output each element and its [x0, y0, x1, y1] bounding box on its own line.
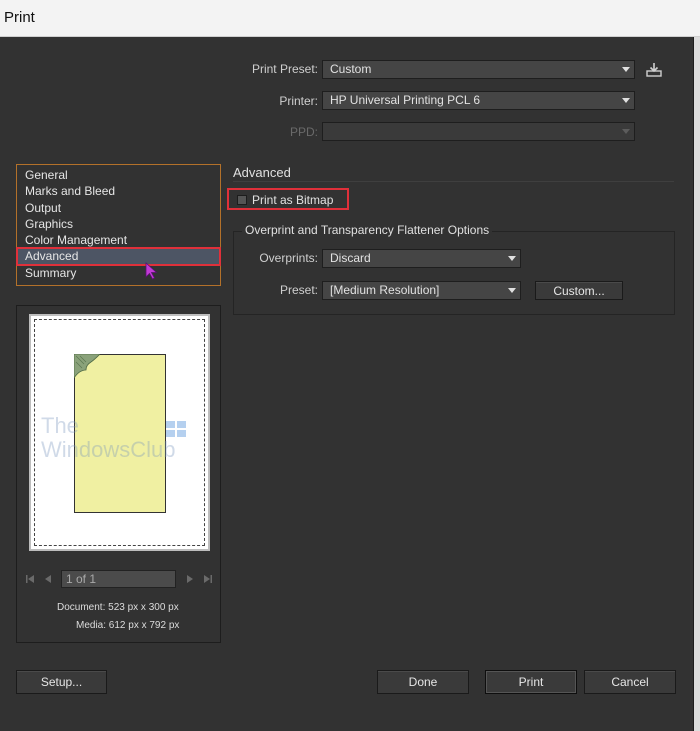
preset-label: Preset:: [279, 283, 318, 297]
watermark-line-2: WindowsClub: [41, 437, 176, 462]
done-button[interactable]: Done: [377, 670, 469, 694]
media-size-text: Media: 612 px x 792 px: [76, 620, 180, 631]
preset-value: [Medium Resolution]: [330, 283, 440, 297]
preset-dropdown[interactable]: [Medium Resolution]: [322, 281, 521, 300]
watermark: The WindowsClub: [41, 414, 176, 462]
first-page-icon[interactable]: [23, 572, 37, 586]
preview-page: The WindowsClub: [29, 314, 210, 551]
category-item-advanced[interactable]: Advanced: [16, 247, 221, 266]
category-item-color-management[interactable]: Color Management: [17, 232, 220, 248]
save-preset-icon[interactable]: [645, 61, 663, 77]
category-item-graphics[interactable]: Graphics: [17, 216, 220, 232]
printer-value: HP Universal Printing PCL 6: [330, 93, 481, 107]
category-item-general[interactable]: General: [17, 167, 220, 183]
last-page-icon[interactable]: [201, 572, 215, 586]
window-title: Print: [4, 9, 35, 26]
print-button[interactable]: Print: [485, 670, 577, 694]
watermark-logo-icon: [166, 421, 186, 437]
prev-page-icon[interactable]: [41, 572, 55, 586]
document-size-text: Document: 523 px x 300 px: [57, 602, 179, 613]
next-page-icon[interactable]: [183, 572, 197, 586]
chevron-down-icon: [617, 92, 634, 109]
ppd-dropdown: [322, 122, 635, 141]
print-preset-dropdown[interactable]: Custom: [322, 60, 635, 79]
print-as-bitmap-label: Print as Bitmap: [252, 193, 334, 207]
title-bar: Print: [0, 0, 700, 37]
print-preview-panel: The WindowsClub 1 of 1 Document: 523 px …: [16, 305, 221, 643]
cancel-button[interactable]: Cancel: [584, 670, 676, 694]
leaf-artwork-icon: [74, 354, 100, 378]
overprints-label: Overprints:: [259, 251, 318, 265]
flattener-options-group: [233, 231, 675, 315]
chevron-down-icon: [503, 282, 520, 299]
print-as-bitmap-option[interactable]: Print as Bitmap: [227, 188, 349, 210]
flattener-options-title: Overprint and Transparency Flattener Opt…: [242, 223, 493, 237]
watermark-line-1: The: [41, 413, 79, 438]
printer-dropdown[interactable]: HP Universal Printing PCL 6: [322, 91, 635, 110]
category-item-summary[interactable]: Summary: [17, 265, 220, 281]
custom-button[interactable]: Custom...: [535, 281, 623, 300]
section-title: Advanced: [233, 165, 291, 180]
print-preset-label: Print Preset:: [251, 62, 318, 76]
page-navigation: 1 of 1: [19, 570, 219, 588]
page-number-field[interactable]: 1 of 1: [61, 570, 176, 588]
chevron-down-icon: [503, 250, 520, 267]
category-list: General Marks and Bleed Output Graphics …: [16, 164, 221, 286]
chevron-down-icon: [617, 61, 634, 78]
window-edge: [694, 37, 700, 731]
category-item-output[interactable]: Output: [17, 200, 220, 216]
chevron-down-icon: [617, 123, 634, 140]
printer-label: Printer:: [279, 94, 318, 108]
print-as-bitmap-checkbox[interactable]: [237, 195, 247, 205]
mouse-pointer-icon: [145, 262, 158, 280]
section-divider: [233, 181, 674, 182]
overprints-value: Discard: [330, 251, 371, 265]
ppd-label: PPD:: [289, 125, 318, 139]
category-item-marks-and-bleed[interactable]: Marks and Bleed: [17, 183, 220, 199]
print-preset-value: Custom: [330, 62, 372, 76]
setup-button[interactable]: Setup...: [16, 670, 107, 694]
overprints-dropdown[interactable]: Discard: [322, 249, 521, 268]
